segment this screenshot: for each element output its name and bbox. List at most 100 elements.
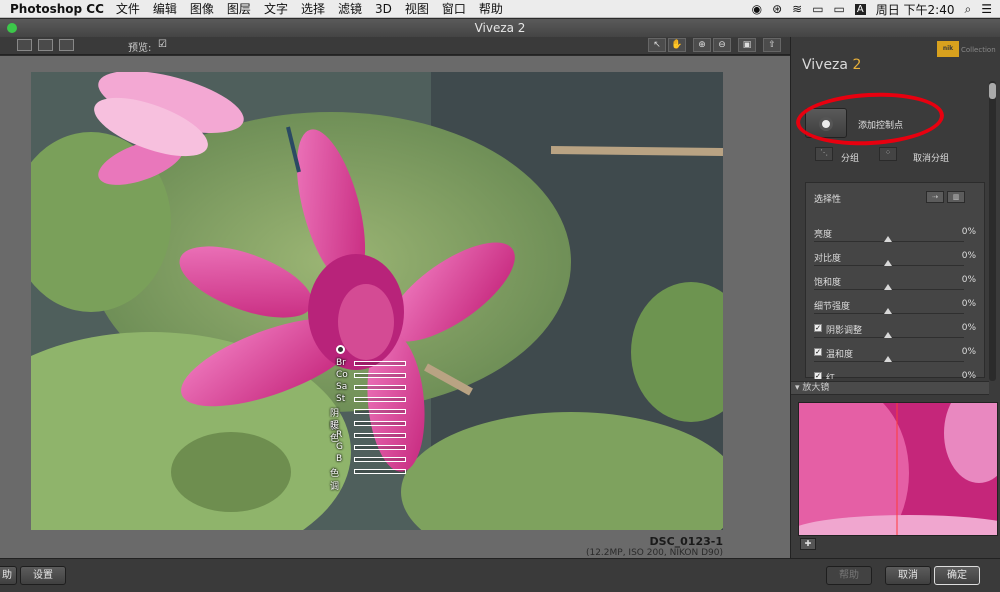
control-point-handle[interactable] xyxy=(336,345,345,354)
slider-handle[interactable] xyxy=(884,260,892,266)
app-menu[interactable]: Photoshop CC xyxy=(10,2,104,16)
photo-preview[interactable]: Br Co Sa St 阴影 暖色 R G B 色调 xyxy=(31,72,723,530)
search-icon[interactable]: ⌕ xyxy=(965,2,972,17)
menu-type[interactable]: 文字 xyxy=(264,0,288,17)
warmth-checkbox[interactable]: ✓ xyxy=(814,348,822,356)
slider-handle[interactable] xyxy=(884,332,892,338)
cp-label-br: Br xyxy=(336,358,346,368)
cp-slider-r[interactable] xyxy=(354,433,406,438)
zoom-out-icon[interactable]: ⊖ xyxy=(713,38,731,52)
window-close-button[interactable] xyxy=(7,23,17,33)
disabled-button[interactable]: 帮助 xyxy=(826,566,872,585)
slider-row-warmth[interactable]: ✓ 温和度 0% xyxy=(806,344,986,368)
cp-label-sa: Sa xyxy=(336,382,348,392)
red-checkbox[interactable]: ✓ xyxy=(814,372,822,379)
slider-handle[interactable] xyxy=(884,284,892,290)
window-title-bar: Viveza 2 xyxy=(0,19,1000,37)
cp-slider-shadow[interactable] xyxy=(354,409,406,414)
slider-label: 对比度 xyxy=(814,254,842,264)
slider-handle[interactable] xyxy=(884,356,892,362)
cp-slider-sa[interactable] xyxy=(354,385,406,390)
panel-option-icon-1[interactable]: ⇢ xyxy=(926,191,944,203)
slider-row-structure[interactable]: 细节强度 0% xyxy=(806,296,986,320)
single-view-button[interactable] xyxy=(17,39,32,51)
menu-select[interactable]: 选择 xyxy=(301,0,325,17)
menu-3d[interactable]: 3D xyxy=(375,2,392,16)
ungroup-icon[interactable]: ⁘ xyxy=(879,147,897,161)
slider-value: 0% xyxy=(961,371,976,379)
menu-file[interactable]: 文件 xyxy=(116,0,140,17)
background-color-icon[interactable]: ▣ xyxy=(738,38,756,52)
cp-slider-co[interactable] xyxy=(354,373,406,378)
slider-value: 0% xyxy=(961,347,976,357)
side-by-side-button[interactable] xyxy=(59,39,74,51)
pointer-icon[interactable]: ↖ xyxy=(648,38,666,52)
viveza-sidebar: nik Collection Viveza 2 添加控制点 ⋱ 分组 ⁘ 取消分… xyxy=(790,37,1000,558)
ok-button[interactable]: 确定 xyxy=(934,566,980,585)
photo-filename: DSC_0123-1 xyxy=(649,535,723,548)
clock[interactable]: 周日 下午2:40 xyxy=(876,1,955,18)
slider-row-brightness[interactable]: 亮度 0% xyxy=(806,224,986,248)
airplay-icon[interactable]: ▭ xyxy=(812,2,823,16)
canvas-area[interactable]: Br Co Sa St 阴影 暖色 R G B 色调 DSC_0123-1 (1… xyxy=(0,56,790,558)
loupe-pin-icon[interactable]: ✚ xyxy=(800,538,816,550)
cp-slider-st[interactable] xyxy=(354,397,406,402)
help-button-partial[interactable]: 助 xyxy=(0,566,17,585)
window-title: Viveza 2 xyxy=(474,21,526,35)
cp-slider-hue[interactable] xyxy=(354,469,406,474)
nik-logo: nik xyxy=(937,41,959,57)
slider-label: 温和度 xyxy=(826,350,854,360)
bottom-bar: 助 设置 帮助 取消 确定 xyxy=(0,558,1000,592)
wifi-icon[interactable]: ≋ xyxy=(792,2,802,16)
hand-icon[interactable]: ✋ xyxy=(668,38,686,52)
menu-window[interactable]: 窗口 xyxy=(442,0,466,17)
sync-icon[interactable]: ⊛ xyxy=(772,2,782,16)
cp-label-g: G xyxy=(336,442,343,452)
sidebar-scrollbar[interactable] xyxy=(989,81,996,381)
menu-help[interactable]: 帮助 xyxy=(479,0,503,17)
preview-checkbox[interactable]: ☑ xyxy=(158,39,167,50)
group-icon[interactable]: ⋱ xyxy=(815,147,833,161)
ungroup-button[interactable]: 取消分组 xyxy=(913,151,949,164)
cp-slider-warmth[interactable] xyxy=(354,421,406,426)
plugin-title-version: 2 xyxy=(852,57,862,73)
slider-handle[interactable] xyxy=(884,236,892,242)
slider-row-shadow[interactable]: ✓ 阴影调整 0% xyxy=(806,320,986,344)
loupe-icon[interactable]: ⇧ xyxy=(763,38,781,52)
slider-handle[interactable] xyxy=(884,308,892,314)
menu-filter[interactable]: 滤镜 xyxy=(338,0,362,17)
loupe-image xyxy=(799,403,997,535)
nik-collection-text: Collection xyxy=(961,46,996,54)
cancel-button[interactable]: 取消 xyxy=(885,566,931,585)
slider-label: 饱和度 xyxy=(814,278,842,288)
menu-image[interactable]: 图像 xyxy=(190,0,214,17)
split-view-button[interactable] xyxy=(38,39,53,51)
record-icon[interactable]: ◉ xyxy=(752,2,762,16)
menu-edit[interactable]: 编辑 xyxy=(153,0,177,17)
selective-panel: 选择性 ⇢ ▥ 亮度 0% 对比度 0% 饱和度 0% 细节强度 0% ✓ 阴影… xyxy=(805,182,986,379)
slider-value: 0% xyxy=(961,227,976,237)
panel-option-icon-2[interactable]: ▥ xyxy=(947,191,965,203)
input-source-icon[interactable]: A xyxy=(854,3,866,15)
menu-layer[interactable]: 图层 xyxy=(227,0,251,17)
slider-row-red[interactable]: ✓ 红 0% xyxy=(806,368,986,379)
slider-row-contrast[interactable]: 对比度 0% xyxy=(806,248,986,272)
group-button[interactable]: 分组 xyxy=(841,151,859,164)
cp-slider-g[interactable] xyxy=(354,445,406,450)
shadow-checkbox[interactable]: ✓ xyxy=(814,324,822,332)
battery-icon[interactable]: ▭ xyxy=(834,2,845,16)
menu-bar: Photoshop CC 文件 编辑 图像 图层 文字 选择 滤镜 3D 视图 … xyxy=(0,0,1000,18)
menu-view[interactable]: 视图 xyxy=(405,0,429,17)
cp-slider-br[interactable] xyxy=(354,361,406,366)
slider-row-saturation[interactable]: 饱和度 0% xyxy=(806,272,986,296)
loupe-header[interactable]: ▾ 放大镜 xyxy=(791,381,989,395)
red-annotation-circle xyxy=(794,89,946,149)
list-icon[interactable]: ☰ xyxy=(981,2,992,16)
slider-value: 0% xyxy=(961,323,976,333)
settings-button[interactable]: 设置 xyxy=(20,566,66,585)
cp-label-hue: 色调 xyxy=(330,469,340,492)
slider-label: 阴影调整 xyxy=(826,326,863,336)
cp-slider-b[interactable] xyxy=(354,457,406,462)
plugin-title: Viveza 2 xyxy=(802,57,861,73)
zoom-in-icon[interactable]: ⊕ xyxy=(693,38,711,52)
